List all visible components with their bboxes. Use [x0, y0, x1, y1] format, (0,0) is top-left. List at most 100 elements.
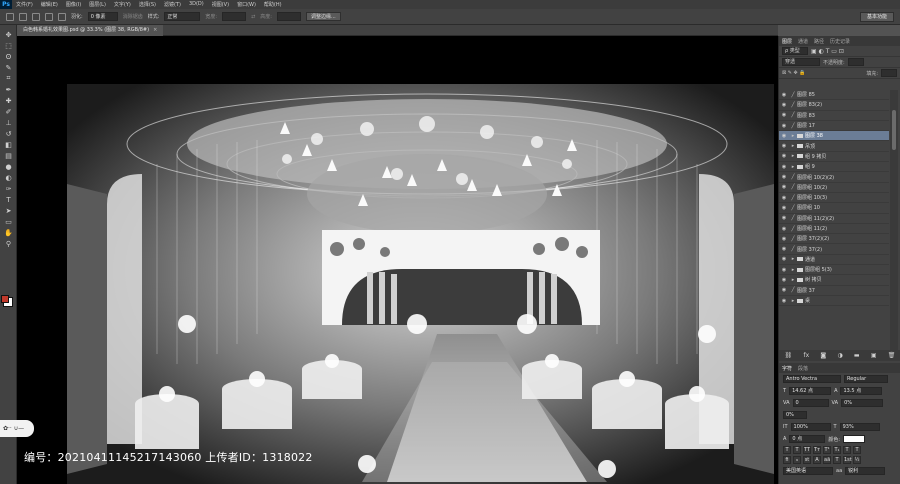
- leading-input[interactable]: 13.5 点: [840, 387, 883, 395]
- stylistic-button[interactable]: A: [813, 456, 821, 464]
- width-input[interactable]: [222, 12, 247, 21]
- blend-mode-select[interactable]: 穿透: [782, 58, 820, 66]
- visibility-eye-icon[interactable]: ◉: [779, 287, 789, 293]
- eyedropper-icon[interactable]: ✒: [2, 84, 15, 95]
- layer-row[interactable]: ◉ ▸ 通道: [779, 255, 889, 266]
- pen-icon[interactable]: ✑: [2, 183, 15, 194]
- language-select[interactable]: 美国英语: [783, 467, 833, 475]
- visibility-eye-icon[interactable]: ◉: [779, 267, 789, 273]
- close-icon[interactable]: ×: [153, 27, 157, 33]
- brush-icon[interactable]: ✐: [2, 106, 15, 117]
- antialias-select[interactable]: 锐利: [845, 467, 886, 475]
- layer-row[interactable]: ◉ ▸ 树 拷贝: [779, 275, 889, 286]
- tracking-percent-input[interactable]: 0%: [783, 411, 807, 419]
- layer-row[interactable]: ◉ ▸ 图层组 5(3): [779, 265, 889, 276]
- trash-icon[interactable]: 🗑: [888, 352, 896, 359]
- visibility-eye-icon[interactable]: ◉: [779, 246, 789, 252]
- marquee-preset-icon[interactable]: [6, 12, 14, 21]
- fx-icon[interactable]: fx: [803, 352, 809, 359]
- layer-row[interactable]: ◉ ▸ 吊顶: [779, 141, 889, 152]
- kerning-input[interactable]: 0: [792, 399, 829, 407]
- layer-row[interactable]: ◉ ╱ 图层 83(2): [779, 100, 889, 111]
- character-panel-tab[interactable]: 段落: [795, 365, 811, 372]
- visibility-eye-icon[interactable]: ◉: [779, 298, 789, 304]
- visibility-eye-icon[interactable]: ◉: [779, 215, 789, 221]
- type-icon[interactable]: T: [2, 194, 15, 205]
- layer-row[interactable]: ◉ ╱ 图层组 11(2): [779, 224, 889, 235]
- layer-row[interactable]: ◉ ╱ 图层组 10(2)(2): [779, 172, 889, 183]
- shape-icon[interactable]: ▭: [2, 216, 15, 227]
- zoom-icon[interactable]: ⚲: [2, 238, 15, 249]
- horizontal-scale-input[interactable]: 93%: [839, 423, 880, 431]
- faux-italic-button[interactable]: T: [793, 446, 801, 454]
- group-icon[interactable]: ▬: [854, 352, 860, 359]
- ordinal-button[interactable]: T: [833, 456, 841, 464]
- font-family-select[interactable]: Antro Vectra: [783, 375, 841, 383]
- antialias-checkbox[interactable]: 消除锯齿: [123, 13, 143, 20]
- menu-item[interactable]: 编辑(E): [37, 1, 62, 8]
- visibility-eye-icon[interactable]: ◉: [779, 195, 789, 201]
- layer-row[interactable]: ◉ ╱ 图层 17: [779, 121, 889, 132]
- adjustment-icon[interactable]: ◑: [837, 352, 842, 359]
- layer-row[interactable]: ◉ ╱ 图层 85: [779, 90, 889, 101]
- new-layer-icon[interactable]: ▣: [871, 352, 877, 359]
- layer-row[interactable]: ◉ ╱ 图层 83: [779, 111, 889, 121]
- crop-icon[interactable]: ⌗: [2, 73, 15, 84]
- layer-row[interactable]: ◉ ╱ 图层 37(2)(2): [779, 234, 889, 245]
- add-selection-icon[interactable]: [32, 12, 40, 21]
- quick-select-icon[interactable]: ✎: [2, 62, 15, 73]
- workspace-button[interactable]: 基本功能: [859, 12, 894, 22]
- eraser-icon[interactable]: ◧: [2, 139, 15, 150]
- swap-icon[interactable]: ⇄: [251, 14, 255, 20]
- visibility-eye-icon[interactable]: ◉: [779, 143, 789, 149]
- marquee-icon[interactable]: ⬚: [2, 40, 15, 51]
- strikethrough-button[interactable]: T: [853, 446, 861, 454]
- stamp-icon[interactable]: ⊥: [2, 117, 15, 128]
- tracking-input[interactable]: 0%: [841, 399, 884, 407]
- height-input[interactable]: [276, 12, 301, 21]
- layer-row[interactable]: ◉ ╱ 图层组 10(3): [779, 193, 889, 204]
- all-caps-button[interactable]: TT: [803, 446, 811, 454]
- filter-icons[interactable]: ▣ ◐ T ▭ ⊡: [811, 48, 844, 55]
- document-tab[interactable]: 白色韩系婚礼效果图.psd @ 33.3% (图层 38, RGB/8#) ×: [17, 25, 164, 36]
- menu-item[interactable]: 文字(Y): [110, 1, 135, 8]
- visibility-eye-icon[interactable]: ◉: [779, 153, 789, 159]
- menu-item[interactable]: 视图(V): [208, 1, 233, 8]
- layers-scrollbar[interactable]: [890, 90, 898, 350]
- lasso-icon[interactable]: ʘ: [2, 51, 15, 62]
- history-brush-icon[interactable]: ↺: [2, 128, 15, 139]
- visibility-eye-icon[interactable]: ◉: [779, 164, 789, 170]
- layers-scroll-thumb[interactable]: [892, 110, 896, 150]
- healing-icon[interactable]: ✚: [2, 95, 15, 106]
- fraction-button[interactable]: 1st: [843, 456, 852, 464]
- character-panel-tab[interactable]: 字符: [779, 365, 795, 372]
- menu-item[interactable]: 帮助(H): [260, 1, 286, 8]
- visibility-eye-icon[interactable]: ◉: [779, 277, 789, 283]
- layer-row[interactable]: ◉ ╱ 图层组 11(2)(2): [779, 214, 889, 224]
- visibility-eye-icon[interactable]: ◉: [779, 256, 789, 262]
- visibility-eye-icon[interactable]: ◉: [779, 123, 789, 129]
- layer-filter-select[interactable]: ρ 类型: [782, 47, 808, 55]
- layer-row[interactable]: ◉ ╱ 图层 37: [779, 286, 889, 296]
- hand-icon[interactable]: ✋: [2, 227, 15, 238]
- small-caps-button[interactable]: Tт: [813, 446, 821, 454]
- visibility-eye-icon[interactable]: ◉: [779, 226, 789, 232]
- font-style-select[interactable]: Regular: [844, 375, 888, 383]
- visibility-eye-icon[interactable]: ◉: [779, 184, 789, 190]
- style-select[interactable]: 正常: [164, 12, 201, 21]
- panel-tab[interactable]: 通道: [795, 38, 811, 45]
- visibility-eye-icon[interactable]: ◉: [779, 133, 789, 139]
- contextual-button[interactable]: ℴ: [793, 456, 801, 464]
- ligature-button[interactable]: fi: [783, 456, 791, 464]
- new-selection-icon[interactable]: [19, 12, 27, 21]
- refine-edge-button[interactable]: 调整边缘...: [305, 12, 341, 21]
- menu-item[interactable]: 图像(I): [62, 1, 85, 8]
- baseline-input[interactable]: 0 点: [789, 435, 826, 443]
- foreground-color-swatch[interactable]: [1, 295, 9, 303]
- path-select-icon[interactable]: ➤: [2, 205, 15, 216]
- layer-row[interactable]: ◉ ╱ 图层 37(2): [779, 244, 889, 255]
- panel-tab[interactable]: 路径: [811, 38, 827, 45]
- layer-row[interactable]: ◉ ▸ 组 9: [779, 162, 889, 173]
- visibility-eye-icon[interactable]: ◉: [779, 112, 789, 118]
- menu-item[interactable]: 3D(D): [185, 1, 208, 8]
